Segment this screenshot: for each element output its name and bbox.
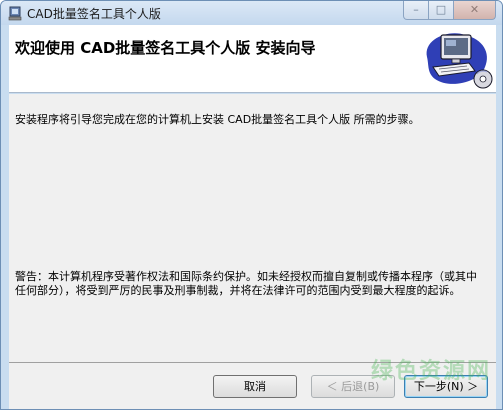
computer-disc-icon <box>426 33 493 89</box>
caption-buttons: – □ ✕ <box>403 1 496 20</box>
close-button[interactable]: ✕ <box>454 1 496 20</box>
wizard-content: 安装程序将引导您完成在您的计算机上安装 CAD批量签名工具个人版 所需的步骤。 … <box>9 94 496 362</box>
minimize-button[interactable]: – <box>403 1 429 20</box>
installer-window: CAD批量签名工具个人版 – □ ✕ 欢迎使用 CAD批量签名工具个人版 安装向… <box>0 0 503 410</box>
window-title: CAD批量签名工具个人版 <box>27 7 161 21</box>
maximize-button[interactable]: □ <box>429 1 454 20</box>
watermark-text: 绿色资源网 <box>371 359 492 384</box>
cancel-button[interactable]: 取消 <box>213 375 297 398</box>
title-bar[interactable]: CAD批量签名工具个人版 – □ ✕ <box>1 1 502 25</box>
page-title: 欢迎使用 CAD批量签名工具个人版 安装向导 <box>15 39 316 57</box>
copyright-warning: 警告：本计算机程序受著作权法和国际条约保护。如未经授权而擅自复制或传播本程序（或… <box>15 270 477 297</box>
installer-app-icon <box>8 6 22 21</box>
wizard-header: 欢迎使用 CAD批量签名工具个人版 安装向导 <box>9 25 496 93</box>
intro-text: 安装程序将引导您完成在您的计算机上安装 CAD批量签名工具个人版 所需的步骤。 <box>15 113 420 126</box>
